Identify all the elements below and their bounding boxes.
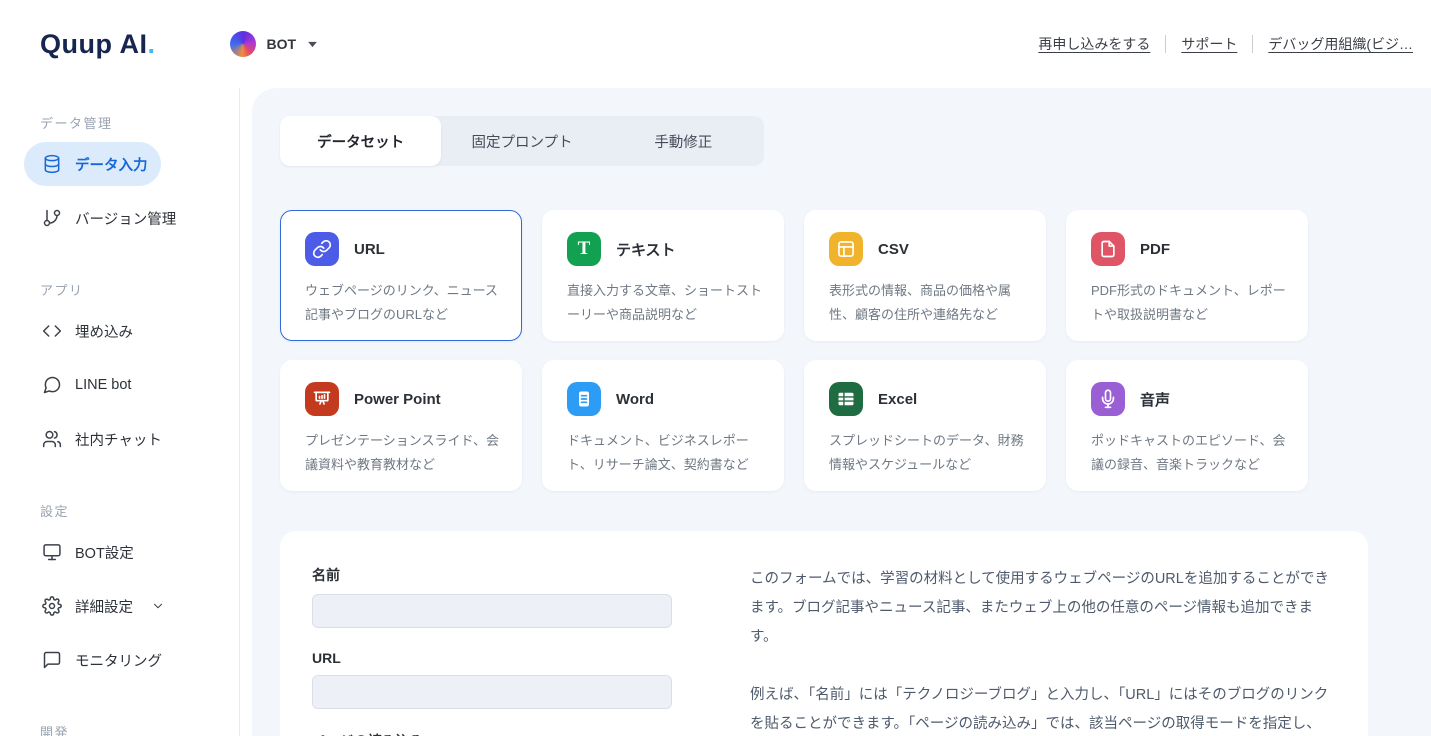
card-title: Power Point bbox=[354, 391, 441, 408]
card-description: 表形式の情報、商品の価格や属性、顧客の住所や連絡先など bbox=[829, 279, 1025, 327]
logo-dot: . bbox=[147, 29, 155, 59]
sidebar-item-internal-chat[interactable]: 社内チャット bbox=[24, 417, 215, 461]
tab-manual-fix[interactable]: 手動修正 bbox=[603, 116, 764, 166]
mic-icon bbox=[1091, 382, 1125, 416]
card-pdf[interactable]: PDF PDF形式のドキュメント、レポートや取扱説明書など bbox=[1066, 210, 1308, 341]
git-branch-icon bbox=[42, 208, 62, 228]
message-circle-icon bbox=[42, 375, 62, 395]
url-form-panel: 名前 URL ページの読み込み このフォームでは、学習の材料として使用するウェブ… bbox=[280, 531, 1368, 736]
text-icon: T bbox=[567, 232, 601, 266]
bot-avatar bbox=[230, 31, 256, 57]
sidebar-section-development: 開発 bbox=[40, 722, 239, 736]
chevron-down-icon bbox=[307, 41, 318, 48]
link-debug-org[interactable]: デバッグ用組織(ビジ… bbox=[1268, 34, 1413, 54]
card-description: 直接入力する文章、ショートストーリーや商品説明など bbox=[567, 279, 763, 327]
card-description: ウェブページのリンク、ニュース記事やブログのURLなど bbox=[305, 279, 501, 327]
url-input[interactable] bbox=[312, 675, 672, 709]
document-icon bbox=[567, 382, 601, 416]
card-title: テキスト bbox=[616, 239, 676, 260]
name-label: 名前 bbox=[312, 565, 672, 585]
sidebar-item-label: データ入力 bbox=[75, 154, 148, 175]
card-description: スプレッドシートのデータ、財務情報やスケジュールなど bbox=[829, 429, 1025, 477]
sidebar-item-label: モニタリング bbox=[75, 650, 162, 671]
presentation-icon bbox=[305, 382, 339, 416]
form-description: このフォームでは、学習の材料として使用するウェブページのURLを追加することがで… bbox=[750, 565, 1334, 736]
bot-name: BOT bbox=[267, 36, 297, 52]
sidebar: データ管理 データ入力 バージョン管理 アプリ 埋め込み LINE bot 社内… bbox=[0, 88, 240, 736]
code-icon bbox=[42, 321, 62, 341]
sidebar-item-bot-settings[interactable]: BOT設定 bbox=[24, 530, 215, 574]
table-icon bbox=[829, 232, 863, 266]
users-icon bbox=[42, 429, 62, 449]
card-csv[interactable]: CSV 表形式の情報、商品の価格や属性、顧客の住所や連絡先など bbox=[804, 210, 1046, 341]
card-word[interactable]: Word ドキュメント、ビジネスレポート、リサーチ論文、契約書など bbox=[542, 360, 784, 491]
url-label: URL bbox=[312, 650, 672, 666]
card-powerpoint[interactable]: Power Point プレゼンテーションスライド、会議資料や教育教材など bbox=[280, 360, 522, 491]
link-icon bbox=[305, 232, 339, 266]
link-resubscribe[interactable]: 再申し込みをする bbox=[1038, 34, 1150, 54]
file-icon bbox=[1091, 232, 1125, 266]
card-audio[interactable]: 音声 ポッドキャストのエピソード、会議の録音、音楽トラックなど bbox=[1066, 360, 1308, 491]
sidebar-section-apps: アプリ bbox=[40, 280, 239, 299]
sidebar-item-advanced-settings[interactable]: 詳細設定 bbox=[24, 584, 215, 628]
gear-icon bbox=[42, 596, 62, 616]
bot-selector[interactable]: BOT bbox=[230, 31, 319, 57]
dataset-type-grid: URL ウェブページのリンク、ニュース記事やブログのURLなど T テキスト 直… bbox=[280, 210, 1431, 491]
card-title: CSV bbox=[878, 241, 909, 258]
spreadsheet-icon bbox=[829, 382, 863, 416]
sidebar-item-label: 詳細設定 bbox=[75, 596, 133, 617]
header-links: 再申し込みをする サポート デバッグ用組織(ビジ… bbox=[1038, 34, 1413, 54]
database-icon bbox=[42, 154, 62, 174]
sidebar-item-embed[interactable]: 埋め込み bbox=[24, 309, 215, 353]
divider bbox=[1252, 35, 1253, 53]
sidebar-section-settings: 設定 bbox=[40, 501, 239, 520]
sidebar-item-line-bot[interactable]: LINE bot bbox=[24, 363, 215, 407]
card-title: Excel bbox=[878, 391, 917, 408]
divider bbox=[1165, 35, 1166, 53]
card-title: 音声 bbox=[1140, 389, 1170, 410]
card-text[interactable]: T テキスト 直接入力する文章、ショートストーリーや商品説明など bbox=[542, 210, 784, 341]
message-square-icon bbox=[42, 650, 62, 670]
card-description: ドキュメント、ビジネスレポート、リサーチ論文、契約書など bbox=[567, 429, 763, 477]
sidebar-item-label: バージョン管理 bbox=[75, 208, 176, 229]
description-paragraph: このフォームでは、学習の材料として使用するウェブページのURLを追加することがで… bbox=[750, 565, 1334, 652]
link-support[interactable]: サポート bbox=[1181, 34, 1237, 54]
chevron-down-icon bbox=[148, 599, 168, 613]
card-description: ポッドキャストのエピソード、会議の録音、音楽トラックなど bbox=[1091, 429, 1287, 477]
sidebar-item-version[interactable]: バージョン管理 bbox=[24, 196, 215, 240]
tab-dataset[interactable]: データセット bbox=[280, 116, 441, 166]
card-description: プレゼンテーションスライド、会議資料や教育教材など bbox=[305, 429, 501, 477]
sidebar-item-data-input[interactable]: データ入力 bbox=[24, 142, 161, 186]
sidebar-item-monitoring[interactable]: モニタリング bbox=[24, 638, 215, 682]
name-input[interactable] bbox=[312, 594, 672, 628]
form-fields: 名前 URL ページの読み込み bbox=[312, 565, 672, 736]
sidebar-section-data: データ管理 bbox=[40, 113, 239, 132]
description-paragraph: 例えば、「名前」には「テクノロジーブログ」と入力し、「URL」にはそのブログのリ… bbox=[750, 681, 1334, 736]
card-description: PDF形式のドキュメント、レポートや取扱説明書など bbox=[1091, 279, 1287, 327]
tab-bar: データセット 固定プロンプト 手動修正 bbox=[280, 116, 764, 166]
sidebar-item-label: LINE bot bbox=[75, 377, 131, 393]
tab-fixed-prompt[interactable]: 固定プロンプト bbox=[441, 116, 602, 166]
monitor-icon bbox=[42, 542, 62, 562]
card-title: URL bbox=[354, 241, 385, 258]
card-url[interactable]: URL ウェブページのリンク、ニュース記事やブログのURLなど bbox=[280, 210, 522, 341]
card-title: Word bbox=[616, 391, 654, 408]
page-load-label: ページの読み込み bbox=[312, 731, 672, 736]
sidebar-item-label: BOT設定 bbox=[75, 542, 134, 563]
sidebar-item-label: 社内チャット bbox=[75, 429, 162, 450]
app-logo[interactable]: Quup AI. bbox=[40, 29, 156, 60]
app-header: Quup AI. BOT 再申し込みをする サポート デバッグ用組織(ビジ… bbox=[0, 0, 1431, 88]
main-content: データセット 固定プロンプト 手動修正 URL ウェブページのリンク、ニュース記… bbox=[252, 88, 1431, 736]
card-excel[interactable]: Excel スプレッドシートのデータ、財務情報やスケジュールなど bbox=[804, 360, 1046, 491]
card-title: PDF bbox=[1140, 241, 1170, 258]
sidebar-item-label: 埋め込み bbox=[75, 321, 133, 342]
